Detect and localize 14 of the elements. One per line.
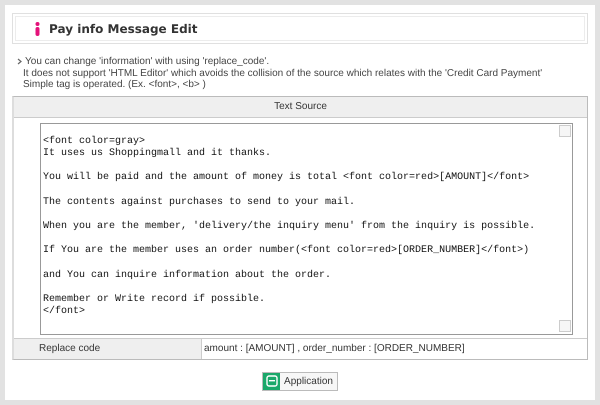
chevron-icon <box>17 58 22 66</box>
info-icon <box>35 22 40 36</box>
page-title: Pay info Message Edit <box>49 22 198 36</box>
scroll-button[interactable] <box>559 124 571 136</box>
table-cell-text: amount : [AMOUNT] , order_number : [ORDER_NUMBER] <box>203 342 466 356</box>
note-text: It does not support 'HTML Editor' which avoids the collision of the source which relates with the 'Credit Card Payment' <box>23 68 542 79</box>
row-label: Replace code <box>14 338 202 358</box>
column-header: Text Source <box>14 96 587 118</box>
note-text: You can change 'information' with using 'replace_code'. <box>25 56 270 68</box>
save-icon <box>263 372 280 390</box>
note-text: Simple tag is operated. (Ex. <font>, <b> ) <box>23 79 206 90</box>
resize-handle[interactable] <box>559 320 571 332</box>
application-button[interactable]: Application <box>262 372 338 390</box>
source-textarea[interactable]: <font color=gray> It uses us Shoppingmall and it thanks. You will be paid and the amount of money is total <font color=red>[AMOUNT]</font> The contents against purchases to send to your mail. When you are the member, 'delivery/the inquiry menu' from the inquiry is possible. If You are the member uses an order number(<font color=red>[ORDER_NUMBER]</font>) and You can inquire information about the order. Remember or Write record if possible. </font> <box>40 122 573 334</box>
